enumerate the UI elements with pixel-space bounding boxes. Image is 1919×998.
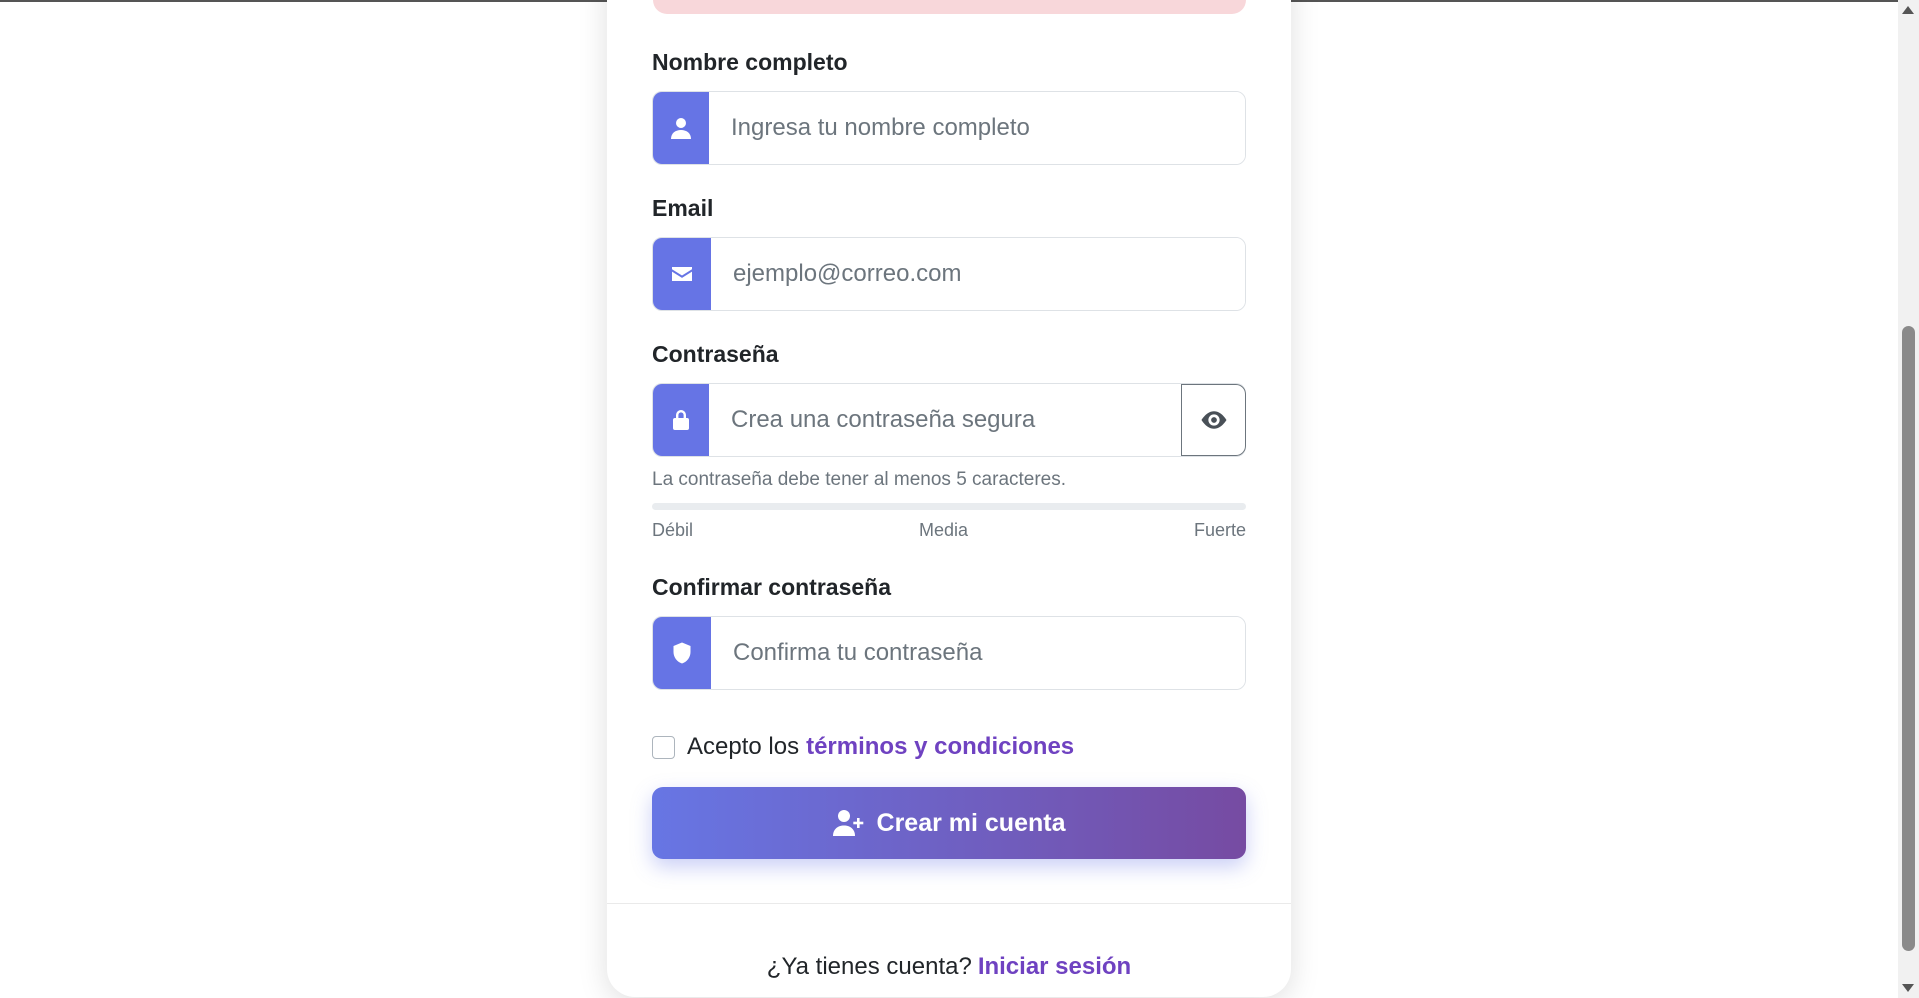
confirm-password-input-group xyxy=(652,616,1246,690)
name-label: Nombre completo xyxy=(652,49,848,75)
login-link[interactable]: Iniciar sesión xyxy=(978,953,1131,980)
password-input[interactable] xyxy=(709,384,1181,456)
terms-text: Acepto los xyxy=(687,733,800,760)
password-strength-bar xyxy=(652,503,1246,510)
register-card: Nombre completo Email Contraseña La cont… xyxy=(607,0,1291,997)
email-input-group xyxy=(652,237,1246,311)
confirm-password-input[interactable] xyxy=(711,617,1245,689)
user-plus-icon xyxy=(832,810,863,836)
password-label: Contraseña xyxy=(652,341,779,367)
toggle-password-button[interactable] xyxy=(1181,384,1246,456)
vertical-scrollbar[interactable] xyxy=(1898,0,1919,998)
alert-banner xyxy=(653,0,1246,14)
scroll-up-arrow-icon[interactable] xyxy=(1902,6,1914,14)
terms-row: Acepto los términos y condiciones xyxy=(652,733,1074,761)
shield-icon xyxy=(653,617,711,689)
login-footer: ¿Ya tienes cuenta? Iniciar sesión xyxy=(607,953,1291,981)
create-account-label: Crear mi cuenta xyxy=(876,808,1066,837)
strength-medium-label: Media xyxy=(918,520,969,540)
eye-icon xyxy=(1201,411,1226,429)
user-icon xyxy=(653,92,709,164)
scroll-down-arrow-icon[interactable] xyxy=(1902,984,1914,992)
password-hint: La contraseña debe tener al menos 5 cara… xyxy=(652,469,1067,490)
name-input-group xyxy=(652,91,1246,165)
footer-divider xyxy=(607,903,1291,904)
password-input-group xyxy=(652,383,1246,457)
scroll-thumb[interactable] xyxy=(1902,326,1915,951)
confirm-password-label: Confirmar contraseña xyxy=(652,574,892,600)
strength-strong-label: Fuerte xyxy=(1193,520,1246,540)
strength-labels: Débil Media Fuerte xyxy=(652,520,1246,541)
email-label: Email xyxy=(652,195,714,221)
name-input[interactable] xyxy=(709,92,1245,164)
footer-text: ¿Ya tienes cuenta? xyxy=(766,953,972,980)
terms-checkbox[interactable] xyxy=(652,735,675,759)
envelope-icon xyxy=(653,238,711,310)
create-account-button[interactable]: Crear mi cuenta xyxy=(652,787,1246,859)
terms-link[interactable]: términos y condiciones xyxy=(806,733,1074,761)
lock-icon xyxy=(653,384,709,456)
strength-weak-label: Débil xyxy=(652,520,694,540)
email-input[interactable] xyxy=(711,238,1245,310)
